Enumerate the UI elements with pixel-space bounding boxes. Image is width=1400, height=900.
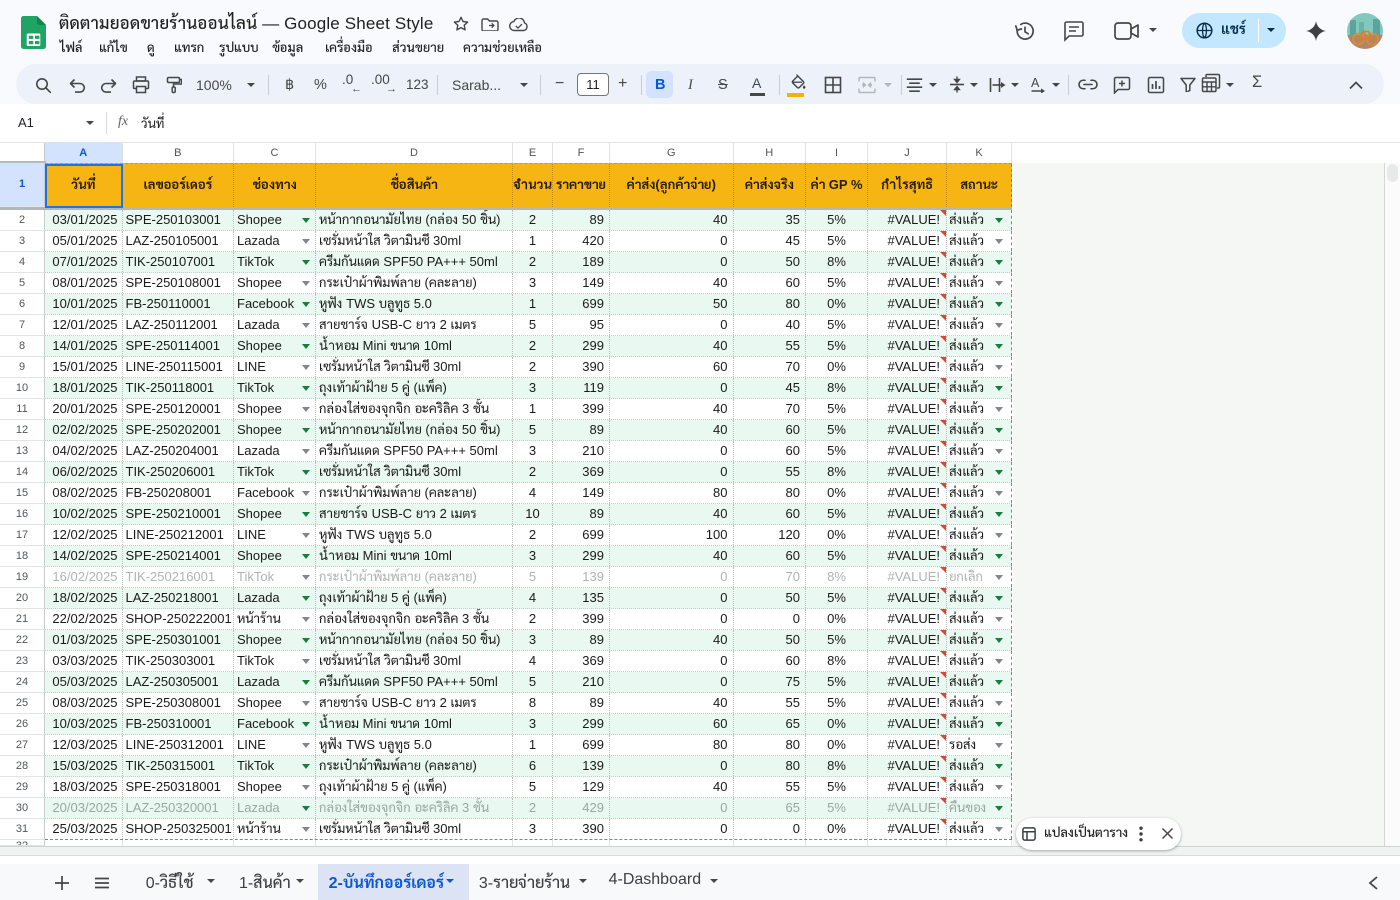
svg-text:A: A (1031, 76, 1040, 90)
